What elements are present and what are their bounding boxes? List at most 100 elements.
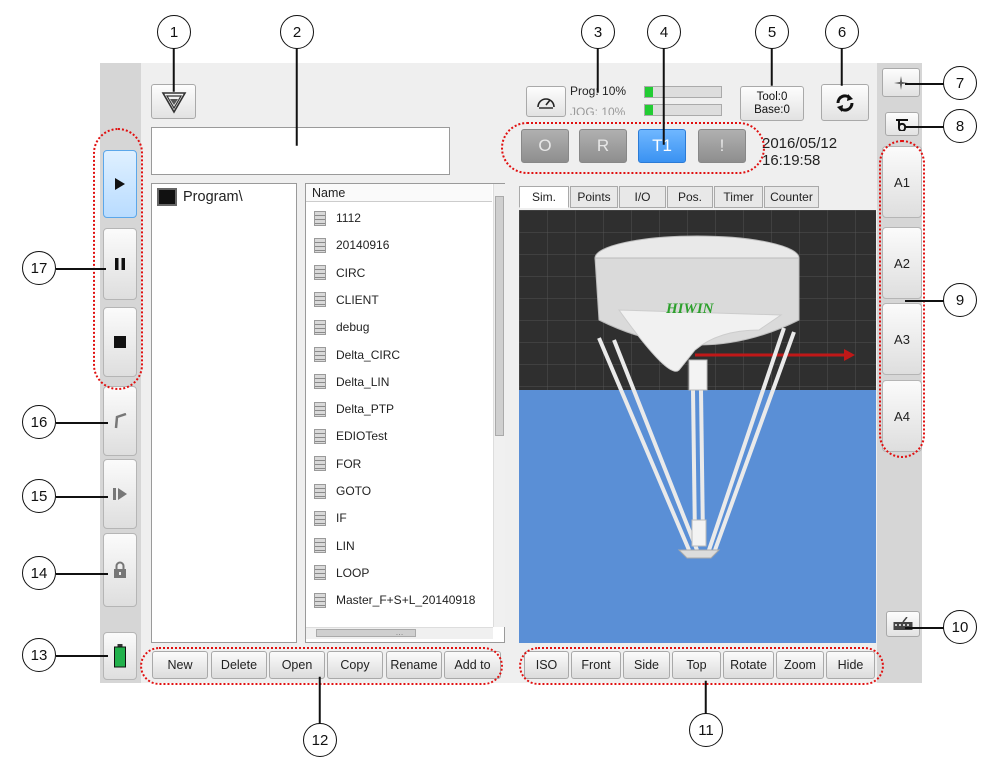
document-icon — [314, 374, 326, 390]
document-icon — [314, 210, 326, 226]
file-list-item[interactable]: debug — [314, 315, 369, 339]
callout-group-4-outline — [501, 122, 765, 174]
file-list-item[interactable]: Delta_CIRC — [314, 343, 400, 367]
file-list-header[interactable]: Name — [306, 184, 492, 202]
hscroll-grip: … — [395, 628, 404, 637]
speed-button[interactable] — [526, 86, 566, 117]
file-list-vscrollbar[interactable] — [493, 184, 505, 627]
leader-line — [905, 300, 945, 302]
step-back-button[interactable] — [103, 386, 137, 456]
step-back-icon — [114, 413, 127, 429]
leader-line — [597, 47, 599, 93]
document-icon — [314, 510, 326, 526]
file-list-item[interactable]: LIN — [314, 534, 355, 558]
document-icon — [314, 347, 326, 362]
file-list-item[interactable]: 1112 — [314, 206, 361, 230]
file-name: LOOP — [336, 565, 370, 580]
folder-icon — [157, 188, 177, 206]
file-list-item[interactable]: Master_F+S+L_20140918 — [314, 588, 475, 612]
battery-button[interactable] — [103, 632, 137, 680]
file-list-item[interactable]: Delta_PTP — [314, 397, 394, 421]
tab-timer[interactable]: Timer — [714, 186, 763, 208]
jog-speed-label: JOG: 10% — [570, 105, 626, 115]
keyboard-button[interactable] — [886, 611, 920, 637]
base-label: Base:0 — [754, 103, 790, 116]
tab-label: Points — [577, 190, 611, 204]
file-list-item[interactable]: FOR — [314, 452, 361, 476]
leader-line — [56, 496, 108, 498]
tab-points[interactable]: Points — [570, 186, 618, 208]
file-name: Delta_CIRC — [336, 347, 401, 362]
file-list-item[interactable]: GOTO — [314, 479, 371, 503]
callout-8: 8 — [943, 109, 977, 143]
tab-label: Timer — [723, 190, 754, 204]
file-list-hscrollbar[interactable]: … — [306, 627, 493, 639]
file-list-item[interactable]: CLIENT — [314, 288, 379, 312]
tab-io[interactable]: I/O — [619, 186, 666, 208]
document-icon — [314, 592, 326, 608]
document-icon — [314, 237, 326, 253]
file-list-item[interactable]: LOOP — [314, 561, 369, 585]
program-tree-root[interactable]: Program\ — [157, 188, 243, 206]
file-name: EDIOTest — [336, 429, 388, 444]
vscroll-thumb[interactable] — [495, 196, 504, 436]
leader-line — [663, 47, 665, 145]
leader-line — [296, 47, 298, 146]
callout-group-9-outline — [879, 140, 925, 458]
file-list-item[interactable]: EDIOTest — [314, 424, 387, 448]
callout-13: 13 — [22, 638, 56, 672]
tab-pos[interactable]: Pos. — [667, 186, 713, 208]
tab-label: I/O — [634, 190, 651, 204]
tab-label: Pos. — [677, 190, 702, 204]
speedometer-icon — [537, 97, 555, 109]
file-list-item[interactable]: CIRC — [314, 261, 365, 285]
step-forward-icon — [113, 488, 127, 500]
file-name: LIN — [336, 538, 355, 553]
step-forward-button[interactable] — [103, 459, 137, 529]
leader-line — [56, 422, 108, 424]
lock-button[interactable] — [103, 533, 137, 607]
document-icon — [314, 456, 326, 472]
coordinate-button[interactable] — [885, 112, 919, 136]
tab-counter[interactable]: Counter — [764, 186, 819, 208]
document-icon — [314, 428, 326, 444]
document-icon — [314, 265, 326, 281]
callout-group-11-outline — [519, 647, 884, 685]
leader-line — [841, 47, 843, 86]
tree-root-label: Program\ — [183, 189, 243, 205]
file-name: debug — [336, 320, 370, 335]
date-display: 2016/05/12 — [762, 135, 838, 152]
message-box — [151, 127, 450, 175]
callout-7: 7 — [943, 66, 977, 100]
keyboard-icon — [893, 617, 913, 630]
callout-10: 10 — [943, 610, 977, 644]
callout-5: 5 — [755, 15, 789, 49]
document-icon — [314, 401, 326, 417]
document-icon — [314, 538, 326, 554]
file-list-item[interactable]: Delta_LIN — [314, 370, 389, 394]
file-name: CIRC — [336, 265, 366, 280]
coordinate-switch-button[interactable] — [821, 84, 869, 121]
leader-line — [771, 47, 773, 86]
callout-11: 11 — [689, 713, 723, 747]
document-icon — [314, 319, 326, 335]
file-name: Master_F+S+L_20140918 — [336, 593, 476, 608]
file-name: 1112 — [336, 211, 361, 225]
file-name: Delta_LIN — [336, 374, 390, 389]
file-list-item[interactable]: IF — [314, 506, 347, 530]
program-tree-panel — [151, 183, 297, 643]
callout-3: 3 — [581, 15, 615, 49]
document-icon — [314, 483, 326, 499]
leader-line — [56, 655, 108, 657]
file-list-item[interactable]: 20140916 — [314, 233, 389, 257]
tab-sim[interactable]: Sim. — [519, 186, 569, 208]
file-name: Delta_PTP — [336, 402, 395, 417]
simulation-viewport[interactable]: HIWIN — [519, 210, 876, 643]
leader-line — [56, 268, 106, 270]
tool-base-button[interactable]: Tool:0 Base:0 — [740, 86, 804, 121]
robot-brand-text: HIWIN — [665, 301, 715, 317]
callout-4: 4 — [647, 15, 681, 49]
document-icon — [314, 292, 326, 308]
file-name: GOTO — [336, 484, 372, 498]
tab-label: Sim. — [532, 190, 556, 204]
